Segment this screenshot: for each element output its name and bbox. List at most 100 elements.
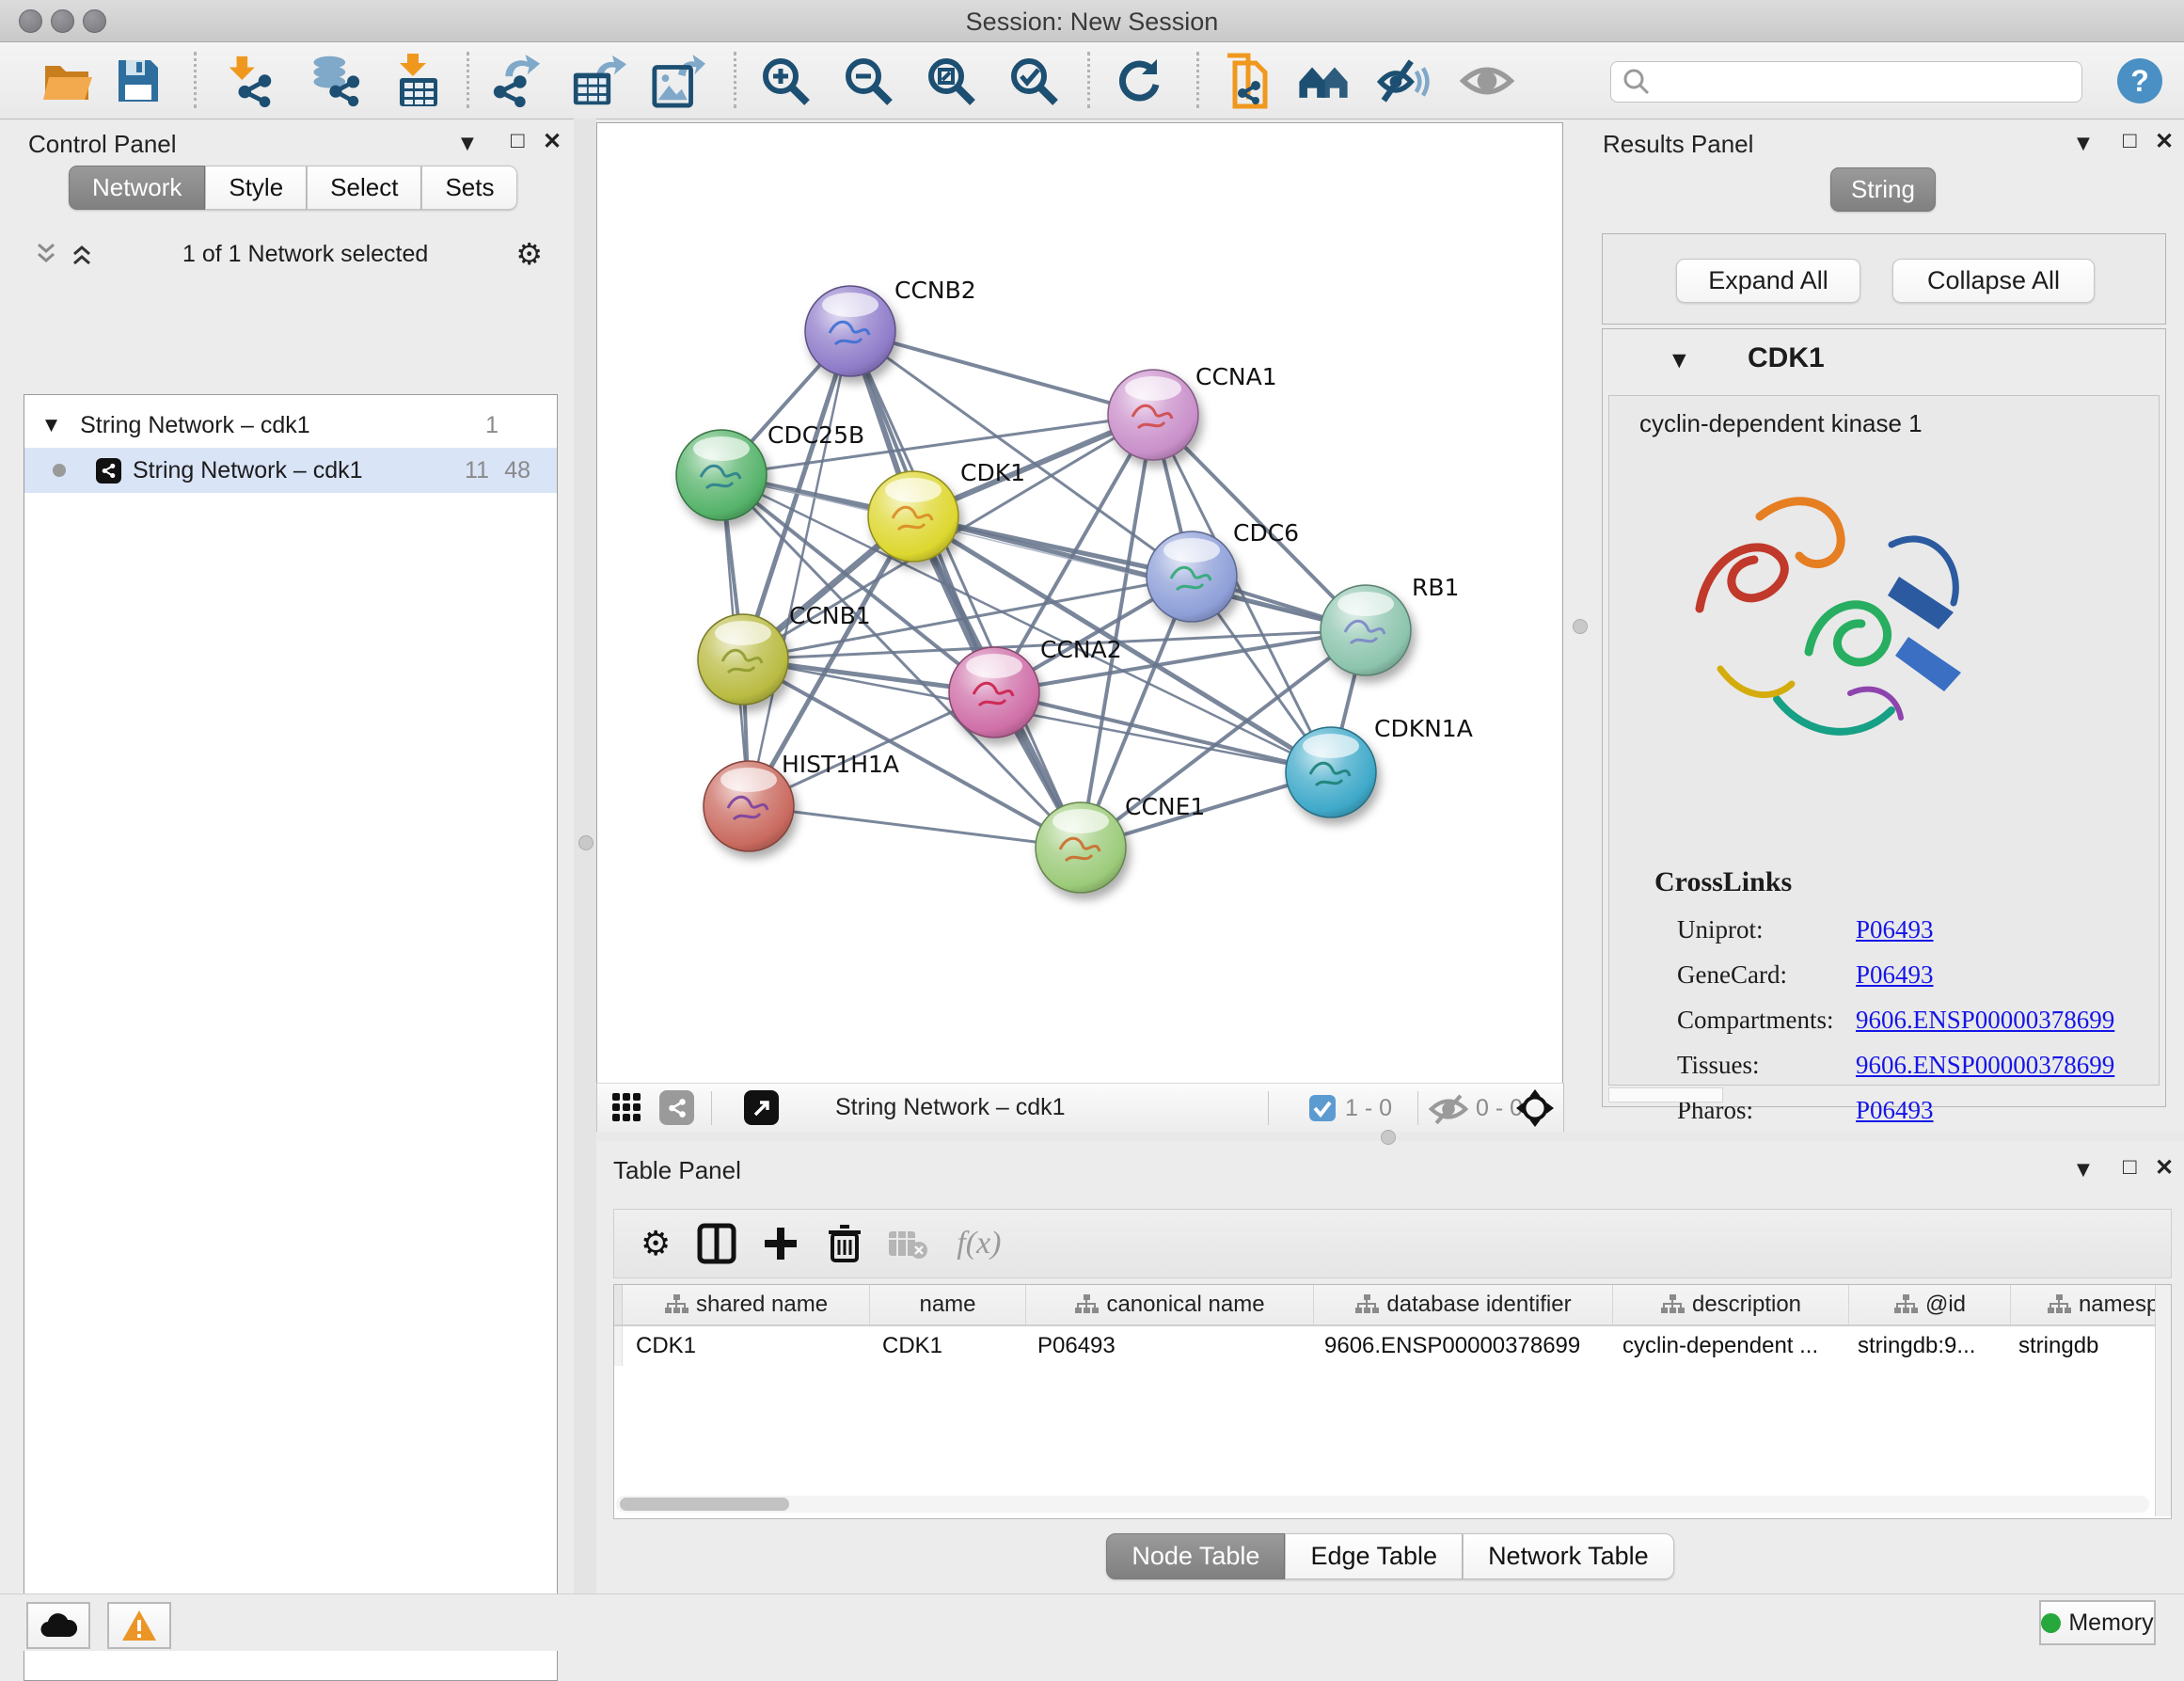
navigator-crosshair-icon[interactable] bbox=[1515, 1088, 1555, 1128]
delete-table-icon[interactable] bbox=[887, 1228, 928, 1260]
table-cell[interactable]: cyclin-dependent ... bbox=[1609, 1326, 1844, 1366]
show-all-button[interactable] bbox=[1460, 54, 1514, 108]
network-node-CCNB1[interactable] bbox=[698, 614, 788, 705]
memory-button[interactable]: Memory bbox=[2039, 1600, 2156, 1645]
panel-float-icon[interactable]: □ bbox=[2123, 1154, 2137, 1181]
network-graph[interactable]: CCNB2CCNA1CDC25BCDK1CDC6RB1CCNB1CCNA2CDK… bbox=[597, 123, 1560, 1081]
network-node-HIST1H1A[interactable] bbox=[704, 761, 794, 851]
export-image-button[interactable] bbox=[651, 54, 705, 108]
apply-layout-button[interactable] bbox=[1112, 54, 1166, 108]
tab-network[interactable]: Network bbox=[69, 166, 205, 210]
open-in-window-button[interactable] bbox=[744, 1090, 779, 1125]
network-node-CCNE1[interactable] bbox=[1036, 802, 1126, 893]
network-edge[interactable] bbox=[994, 692, 1331, 772]
import-network-button[interactable] bbox=[224, 54, 278, 108]
zoom-out-button[interactable] bbox=[841, 54, 895, 108]
selected-checkbox-icon[interactable] bbox=[1308, 1094, 1337, 1122]
function-builder-button[interactable]: f(x) bbox=[957, 1226, 1001, 1261]
table-cell[interactable]: 9606.ENSP00000378699 bbox=[1311, 1326, 1609, 1366]
network-node-CDKN1A[interactable] bbox=[1286, 727, 1376, 817]
hide-selected-button[interactable] bbox=[1377, 54, 1432, 108]
help-button[interactable]: ? bbox=[2113, 54, 2167, 108]
show-columns-icon[interactable] bbox=[697, 1223, 736, 1264]
column-header-canonical-name[interactable]: canonical name bbox=[1026, 1285, 1314, 1324]
splitter-knob[interactable] bbox=[1573, 619, 1588, 634]
cloud-status-button[interactable] bbox=[26, 1602, 90, 1649]
panel-collapse-icon[interactable]: ▼ bbox=[2077, 134, 2090, 153]
table-cell[interactable]: P06493 bbox=[1024, 1326, 1311, 1366]
zoom-fit-button[interactable] bbox=[924, 54, 978, 108]
network-node-CCNA1[interactable] bbox=[1108, 370, 1198, 460]
network-options-gear-icon[interactable]: ⚙ bbox=[515, 236, 543, 272]
tab-sets[interactable]: Sets bbox=[421, 166, 517, 210]
create-column-plus-icon[interactable] bbox=[761, 1224, 800, 1263]
column-header-name[interactable]: name bbox=[870, 1285, 1026, 1324]
card-disclosure-icon[interactable]: ▼ bbox=[1672, 350, 1686, 371]
network-canvas[interactable]: CCNB2CCNA1CDC25BCDK1CDC6RB1CCNB1CCNA2CDK… bbox=[596, 122, 1563, 1084]
network-node-CDC6[interactable] bbox=[1147, 531, 1237, 622]
tab-style[interactable]: Style bbox=[205, 166, 307, 210]
column-header-@id[interactable]: @id bbox=[1849, 1285, 2011, 1324]
column-header-description[interactable]: description bbox=[1613, 1285, 1849, 1324]
crosslink-value-link[interactable]: P06493 bbox=[1856, 960, 1934, 990]
birdseye-grid-icon[interactable] bbox=[610, 1091, 644, 1125]
clone-network-button[interactable] bbox=[1221, 54, 1275, 108]
tab-edge-table[interactable]: Edge Table bbox=[1285, 1533, 1463, 1579]
crosslink-value-link[interactable]: 9606.ENSP00000378699 bbox=[1856, 1051, 2114, 1080]
tab-string[interactable]: String bbox=[1830, 167, 1936, 212]
left-splitter[interactable] bbox=[574, 119, 596, 1594]
panel-float-icon[interactable]: □ bbox=[511, 128, 525, 154]
delete-column-trash-icon[interactable] bbox=[827, 1223, 863, 1264]
network-node-CDC25B[interactable] bbox=[676, 430, 767, 520]
panel-collapse-icon[interactable]: ▼ bbox=[461, 134, 474, 153]
panel-close-icon[interactable]: ✕ bbox=[2155, 128, 2174, 155]
collapse-all-icon[interactable] bbox=[33, 241, 59, 267]
search-input[interactable] bbox=[1658, 68, 2066, 96]
expand-all-icon[interactable] bbox=[69, 241, 95, 267]
network-type-button[interactable] bbox=[659, 1090, 694, 1125]
network-node-CCNA2[interactable] bbox=[949, 647, 1039, 737]
search-field[interactable] bbox=[1610, 61, 2082, 103]
card-scrollbar[interactable] bbox=[1608, 1087, 1723, 1102]
table-cell[interactable]: CDK1 bbox=[869, 1326, 1024, 1366]
network-node-CCNB2[interactable] bbox=[805, 286, 895, 376]
save-session-button[interactable] bbox=[111, 54, 166, 108]
table-row[interactable]: CDK1CDK1P064939606.ENSP00000378699cyclin… bbox=[614, 1326, 2171, 1366]
network-node-CDK1[interactable] bbox=[868, 471, 958, 562]
warnings-button[interactable] bbox=[107, 1602, 171, 1649]
network-edge[interactable] bbox=[749, 806, 1081, 848]
panel-collapse-icon[interactable]: ▼ bbox=[2077, 1160, 2090, 1180]
table-vertical-scrollbar[interactable] bbox=[2155, 1285, 2171, 1516]
collapse-all-button[interactable]: Collapse All bbox=[1892, 259, 2095, 303]
expand-all-button[interactable]: Expand All bbox=[1676, 259, 1860, 303]
column-header-database-identifier[interactable]: database identifier bbox=[1314, 1285, 1613, 1324]
right-splitter[interactable] bbox=[1562, 122, 1596, 1105]
zoom-in-button[interactable] bbox=[758, 54, 813, 108]
table-cell[interactable]: stringdb:9... bbox=[1844, 1326, 2005, 1366]
panel-close-icon[interactable]: ✕ bbox=[2155, 1154, 2174, 1181]
panel-close-icon[interactable]: ✕ bbox=[543, 128, 562, 155]
tab-select[interactable]: Select bbox=[307, 166, 421, 210]
table-settings-gear-icon[interactable]: ⚙ bbox=[641, 1225, 671, 1263]
crosslink-value-link[interactable]: 9606.ENSP00000378699 bbox=[1856, 1006, 2114, 1035]
open-session-button[interactable] bbox=[41, 54, 96, 108]
network-row[interactable]: String Network – cdk1 11 48 bbox=[24, 448, 557, 493]
table-cell[interactable]: stringdb bbox=[2005, 1326, 2172, 1366]
tree-disclosure-icon[interactable]: ▼ bbox=[45, 416, 57, 435]
hidden-eye-icon[interactable] bbox=[1429, 1093, 1468, 1125]
tab-node-table[interactable]: Node Table bbox=[1106, 1533, 1285, 1579]
network-edge[interactable] bbox=[749, 331, 850, 806]
column-header-namespace[interactable]: namespace bbox=[2011, 1285, 2172, 1324]
crosslink-value-link[interactable]: P06493 bbox=[1856, 1096, 1934, 1125]
crosslink-value-link[interactable]: P06493 bbox=[1856, 915, 1934, 944]
tab-network-table[interactable]: Network Table bbox=[1463, 1533, 1674, 1579]
splitter-knob[interactable] bbox=[578, 835, 593, 850]
first-neighbors-button[interactable] bbox=[1296, 54, 1351, 108]
panel-float-icon[interactable]: □ bbox=[2123, 128, 2137, 154]
network-collection-row[interactable]: ▼ String Network – cdk1 1 bbox=[24, 403, 557, 448]
import-network-from-database-button[interactable] bbox=[307, 54, 361, 108]
import-table-button[interactable] bbox=[391, 54, 446, 108]
export-table-button[interactable] bbox=[572, 54, 626, 108]
table-cell[interactable]: CDK1 bbox=[623, 1326, 869, 1366]
network-node-RB1[interactable] bbox=[1321, 585, 1411, 675]
